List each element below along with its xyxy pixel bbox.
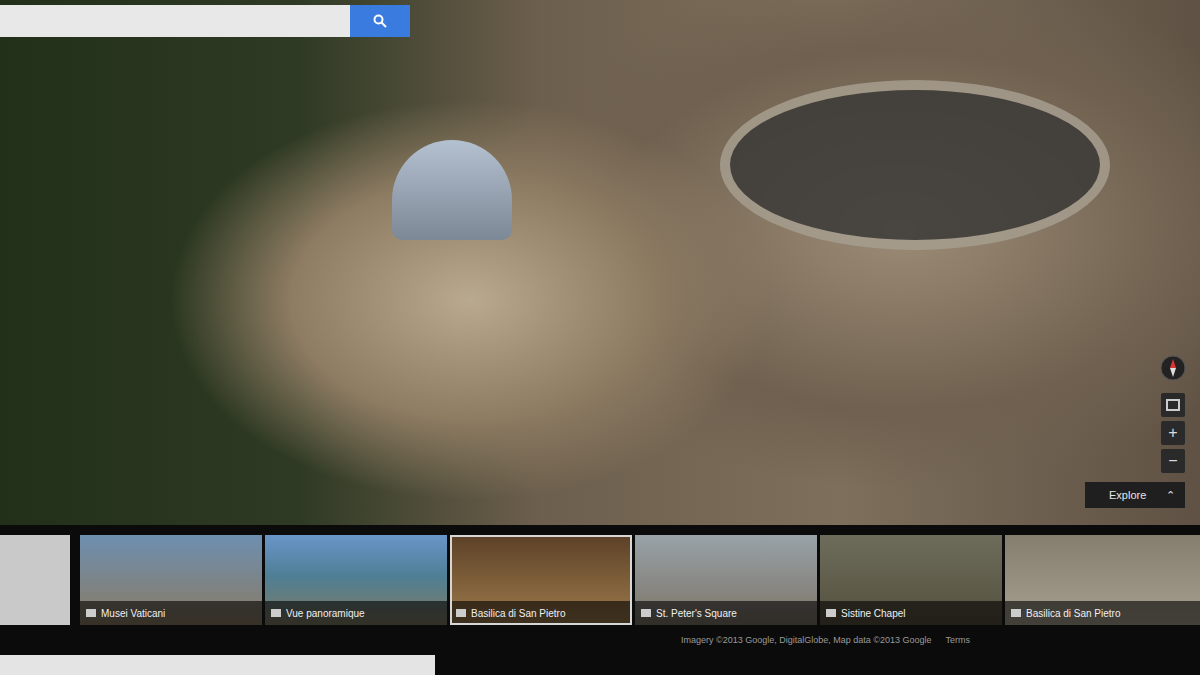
photo-icon xyxy=(456,609,466,617)
explore-button[interactable]: Explore ⌃ xyxy=(1085,482,1185,508)
attribution-bar: Imagery ©2013 Google, DigitalGlobe, Map … xyxy=(0,625,1200,655)
tilt-button[interactable] xyxy=(1161,393,1185,417)
dome-shape xyxy=(392,140,512,240)
thumbnail-card[interactable]: Vue panoramique xyxy=(265,535,447,625)
photo-icon xyxy=(641,609,651,617)
explore-arrow: ⌃ xyxy=(1166,489,1175,502)
thumbnail-card[interactable]: Basilica di San Pietro xyxy=(1005,535,1200,625)
magnifier-icon xyxy=(373,14,387,28)
terms-link[interactable]: Terms xyxy=(946,635,971,655)
photo-icon xyxy=(1011,609,1021,617)
photo-icon xyxy=(271,609,281,617)
map-controls: +− xyxy=(1160,355,1186,473)
photo-icon xyxy=(826,609,836,617)
photo-icon xyxy=(86,609,96,617)
photo-strip: Musei VaticaniVue panoramiqueBasilica di… xyxy=(0,535,1200,625)
thumbnail-card[interactable]: St. Peter's Square xyxy=(635,535,817,625)
stage xyxy=(0,655,1200,675)
plaza-shape xyxy=(720,80,1110,250)
keynote-screen: +−Explore⌃Musei VaticaniVue panoramiqueB… xyxy=(0,0,1200,675)
search-button[interactable] xyxy=(350,5,410,37)
thumbnail-label: St. Peter's Square xyxy=(635,601,817,625)
thumbnail-label: Musei Vaticani xyxy=(80,601,262,625)
zoom-in-button[interactable]: + xyxy=(1161,421,1185,445)
podium xyxy=(0,655,435,675)
search-bar xyxy=(0,5,410,37)
tilt-icon xyxy=(1166,399,1180,411)
thumbnail-label: Vue panoramique xyxy=(265,601,447,625)
map-view[interactable]: +−Explore⌃ xyxy=(0,0,1200,525)
thumbnail-label: Sistine Chapel xyxy=(820,601,1002,625)
attribution-text: Imagery ©2013 Google, DigitalGlobe, Map … xyxy=(681,635,931,655)
zoom-out-button[interactable]: − xyxy=(1161,449,1185,473)
compass-icon[interactable] xyxy=(1160,355,1186,381)
thumbnail-card[interactable] xyxy=(0,535,70,625)
thumbnail-label: Basilica di San Pietro xyxy=(450,601,632,625)
explore-label: Explore xyxy=(1109,489,1146,501)
thumbnail-card[interactable]: Basilica di San Pietro xyxy=(450,535,632,625)
thumbnail-label: Basilica di San Pietro xyxy=(1005,601,1200,625)
search-field[interactable] xyxy=(0,5,350,37)
thumbnail-card[interactable]: Sistine Chapel xyxy=(820,535,1002,625)
thumbnail-card[interactable]: Musei Vaticani xyxy=(80,535,262,625)
